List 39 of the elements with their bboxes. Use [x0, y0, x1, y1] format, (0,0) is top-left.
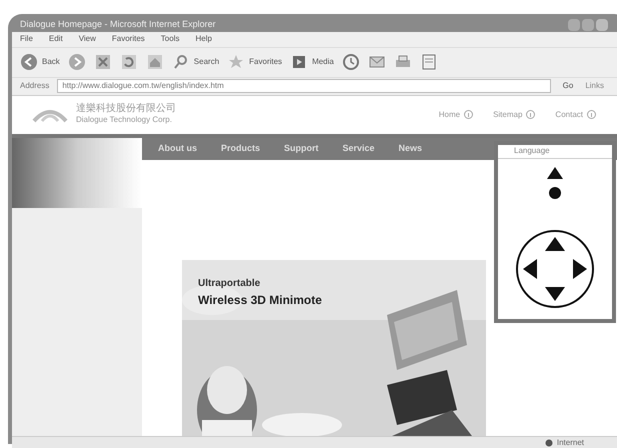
star-icon: [227, 53, 246, 71]
toolbar-button[interactable]: Favorites: [227, 53, 282, 71]
menu-item[interactable]: File: [20, 33, 33, 45]
menu-item[interactable]: Edit: [48, 33, 63, 45]
toolbar-button[interactable]: Search: [172, 53, 220, 71]
toolbar-button[interactable]: [420, 53, 438, 71]
toolbar-button[interactable]: Back: [20, 53, 60, 71]
company-name: Dialogue Technology Corp.: [76, 114, 173, 126]
toolbar-button[interactable]: [68, 53, 86, 71]
address-field[interactable]: http://www.dialogue.com.tw/english/index.htm: [57, 79, 551, 93]
banner-title: Wireless 3D Minimote: [198, 292, 323, 308]
menu-item[interactable]: Help: [195, 33, 212, 45]
status-zone: Internet: [556, 437, 584, 448]
window-title: Dialogue Homepage - Microsoft Internet Explorer: [20, 18, 216, 31]
menu-item[interactable]: View: [78, 33, 96, 45]
toolbar-button[interactable]: [342, 53, 360, 71]
circle-icon: [587, 110, 596, 119]
toolbar-button[interactable]: Media: [290, 53, 334, 71]
home-icon: [146, 53, 164, 71]
circle-icon: [464, 110, 474, 119]
company-name-chinese: 達樂科技股份有限公司: [76, 104, 176, 114]
document-icon: [420, 53, 438, 71]
toolbar-button[interactable]: [120, 53, 138, 71]
banner-subtitle: Ultraportable: [198, 276, 262, 290]
close-button[interactable]: [596, 18, 608, 31]
address-label: Address: [20, 80, 50, 92]
stop-icon: [94, 53, 112, 71]
circle-icon: [526, 110, 536, 119]
language-select[interactable]: Language: [498, 144, 612, 158]
direction-pad-icon: [515, 228, 595, 308]
toolbar-button[interactable]: [146, 53, 164, 71]
clock-icon: [342, 53, 360, 71]
menu-item[interactable]: Favorites: [112, 33, 145, 45]
menu-item[interactable]: Tools: [160, 33, 180, 45]
go-button[interactable]: Go: [558, 80, 578, 92]
search-icon: [172, 53, 190, 71]
toolbar-button[interactable]: [94, 53, 112, 71]
refresh-icon: [120, 53, 138, 71]
up-and-dot-icon: [547, 166, 563, 200]
